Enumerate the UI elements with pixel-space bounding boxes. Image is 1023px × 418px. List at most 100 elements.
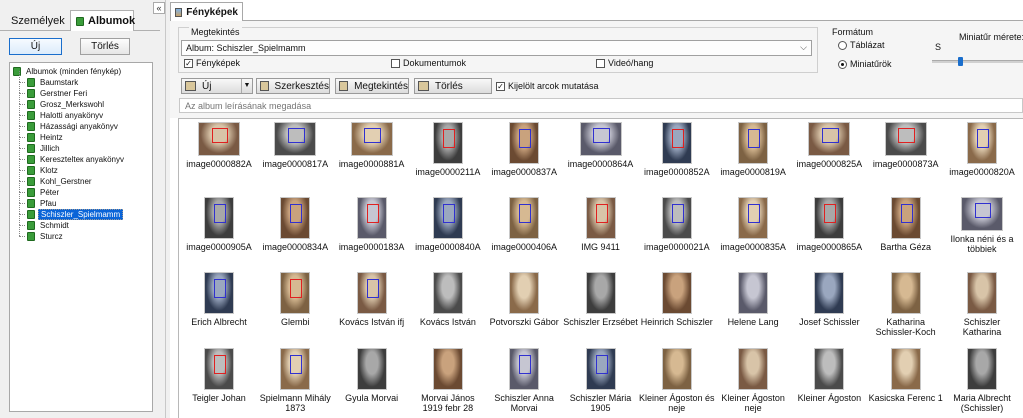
checkbox-photos-box[interactable]: ✓ [184, 58, 193, 68]
photo-thumbnail[interactable] [274, 122, 317, 156]
photo-thumbnail[interactable] [808, 122, 851, 156]
thumbnail-item[interactable]: Schiszler Anna Morvai [486, 348, 562, 413]
radio-table[interactable]: Táblázat [838, 40, 885, 50]
thumbnail-item[interactable]: image0000840A [410, 197, 486, 252]
tree-item[interactable]: Klotz [19, 159, 152, 176]
thumbnail-item[interactable]: image0000873A [868, 122, 944, 169]
radio-table-dot[interactable] [838, 40, 847, 50]
tab-photos[interactable]: Fényképek [170, 2, 243, 21]
thumbnail-item[interactable]: Katharina Schissler-Koch [868, 272, 944, 337]
thumbnail-item[interactable]: Josef Schissler [791, 272, 867, 327]
show-faces-checkbox[interactable]: ✓ Kijelölt arcok mutatása [496, 81, 599, 91]
tree-item[interactable]: Schmidt [19, 214, 152, 231]
photo-thumbnail[interactable] [280, 272, 311, 314]
delete-button[interactable]: Törlés [414, 78, 492, 94]
tree-item[interactable]: Házassági anyakönyv [19, 115, 152, 132]
show-faces-box[interactable]: ✓ [496, 81, 505, 91]
thumbnail-item[interactable]: image0000881A [334, 122, 410, 169]
photo-thumbnail[interactable] [661, 272, 692, 314]
thumbnail-item[interactable]: Kleiner Ágoston neje [715, 348, 791, 413]
thumbnail-item[interactable]: image0000825A [791, 122, 867, 169]
thumbnail-item[interactable]: Spielmann Mihály 1873 [257, 348, 333, 413]
photo-thumbnail[interactable] [967, 348, 997, 390]
radio-thumbnails[interactable]: Miniatűrök [838, 59, 892, 69]
photo-thumbnail[interactable] [509, 197, 540, 239]
photo-thumbnail[interactable] [356, 272, 387, 314]
edit-button[interactable]: Szerkesztés [256, 78, 330, 94]
thumbnail-item[interactable]: Bartha Géza [868, 197, 944, 252]
photo-thumbnail[interactable] [814, 197, 845, 239]
photo-thumbnail[interactable] [884, 122, 927, 156]
tree-item[interactable]: Keresztelteк anyakönyv [19, 148, 152, 165]
tree-item[interactable]: Schiszler_Spielmamm [19, 203, 152, 220]
photo-thumbnail[interactable] [738, 122, 769, 164]
photo-thumbnail[interactable] [661, 122, 692, 164]
photo-thumbnail[interactable] [432, 348, 463, 390]
photo-thumbnail[interactable] [738, 348, 769, 390]
dropdown-arrow-icon[interactable]: ▼ [241, 79, 252, 93]
thumbnail-item[interactable]: image0000819A [715, 122, 791, 177]
photo-thumbnail[interactable] [198, 122, 240, 156]
thumbnail-item[interactable]: image0000820A [944, 122, 1020, 177]
thumbnail-size-slider[interactable] [932, 57, 1023, 66]
thumbnail-item[interactable]: image0000905A [181, 197, 257, 252]
photo-thumbnail[interactable] [509, 122, 540, 164]
photo-thumbnail[interactable] [204, 348, 234, 390]
new-button[interactable]: Új ▼ [181, 78, 253, 94]
album-description-input[interactable] [179, 98, 1023, 113]
photo-thumbnail[interactable] [814, 348, 845, 390]
photo-thumbnail[interactable] [356, 197, 387, 239]
checkbox-video-box[interactable] [596, 58, 605, 68]
photo-thumbnail[interactable] [585, 272, 616, 314]
photo-thumbnail[interactable] [967, 272, 997, 314]
new-album-button[interactable]: Új [9, 38, 62, 55]
photo-thumbnail[interactable] [509, 272, 540, 314]
photo-thumbnail[interactable] [814, 272, 845, 314]
photo-thumbnail[interactable] [961, 197, 1003, 231]
photo-thumbnail[interactable] [280, 348, 311, 390]
thumbnail-item[interactable]: Teigler Johan [181, 348, 257, 403]
thumbnail-item[interactable]: Ilonka néni és a többiek [944, 197, 1020, 254]
tree-item[interactable]: Halotti anyakönyv [19, 104, 152, 121]
photo-thumbnail[interactable] [585, 348, 616, 390]
thumbnail-item[interactable]: image0000406A [486, 197, 562, 252]
thumbnail-item[interactable]: Maria Albrecht (Schissler) [944, 348, 1020, 413]
thumbnail-item[interactable]: Schiszler Mária 1905 [563, 348, 639, 413]
tab-persons[interactable]: Személyek [2, 10, 68, 31]
tab-albums[interactable]: Albumok [70, 10, 135, 31]
checkbox-documents[interactable]: Dokumentumok [391, 58, 466, 68]
tree-item[interactable]: Sturcz [19, 225, 152, 242]
checkbox-documents-box[interactable] [391, 58, 400, 68]
photo-thumbnail[interactable] [432, 272, 463, 314]
photo-thumbnail[interactable] [661, 197, 692, 239]
photo-thumbnail[interactable] [356, 348, 387, 390]
thumbnail-item[interactable]: Kovács István ifj [334, 272, 410, 327]
album-tree[interactable]: Albumok (minden fénykép) Baumstark Gerstn… [9, 62, 153, 412]
thumbnail-item[interactable]: image0000183A [334, 197, 410, 252]
view-button[interactable]: Megtekintés [335, 78, 409, 94]
tree-item[interactable]: Heintz [19, 126, 152, 143]
photo-thumbnail[interactable] [738, 272, 769, 314]
photo-thumbnail[interactable] [509, 348, 540, 390]
tree-item[interactable]: Kohl_Gerstner [19, 170, 152, 187]
radio-thumbnails-dot[interactable] [838, 59, 847, 69]
thumbnail-item[interactable]: image0000837A [486, 122, 562, 177]
photo-thumbnail[interactable] [432, 197, 463, 239]
thumbnail-item[interactable]: Helene Lang [715, 272, 791, 327]
thumbnail-item[interactable]: image0000864A [563, 122, 639, 169]
photo-thumbnail[interactable] [280, 197, 311, 239]
tree-item[interactable]: Péter [19, 181, 152, 198]
thumbnail-item[interactable]: Kovács István [410, 272, 486, 327]
photo-thumbnail[interactable] [204, 272, 234, 314]
photo-thumbnail[interactable] [890, 197, 921, 239]
photo-thumbnail[interactable] [204, 197, 234, 239]
thumbnail-item[interactable]: Kleiner Ágoston [791, 348, 867, 403]
photo-thumbnail[interactable] [738, 197, 769, 239]
thumbnail-item[interactable]: image0000817A [257, 122, 333, 169]
tree-item[interactable]: Jillich [19, 137, 152, 154]
thumbnail-item[interactable]: image0000834A [257, 197, 333, 252]
checkbox-photos[interactable]: ✓ Fényképek [184, 58, 240, 68]
photo-thumbnail[interactable] [890, 272, 921, 314]
photo-thumbnail[interactable] [585, 197, 616, 239]
thumbnail-item[interactable]: Schiszler Erzsébet [563, 272, 639, 327]
